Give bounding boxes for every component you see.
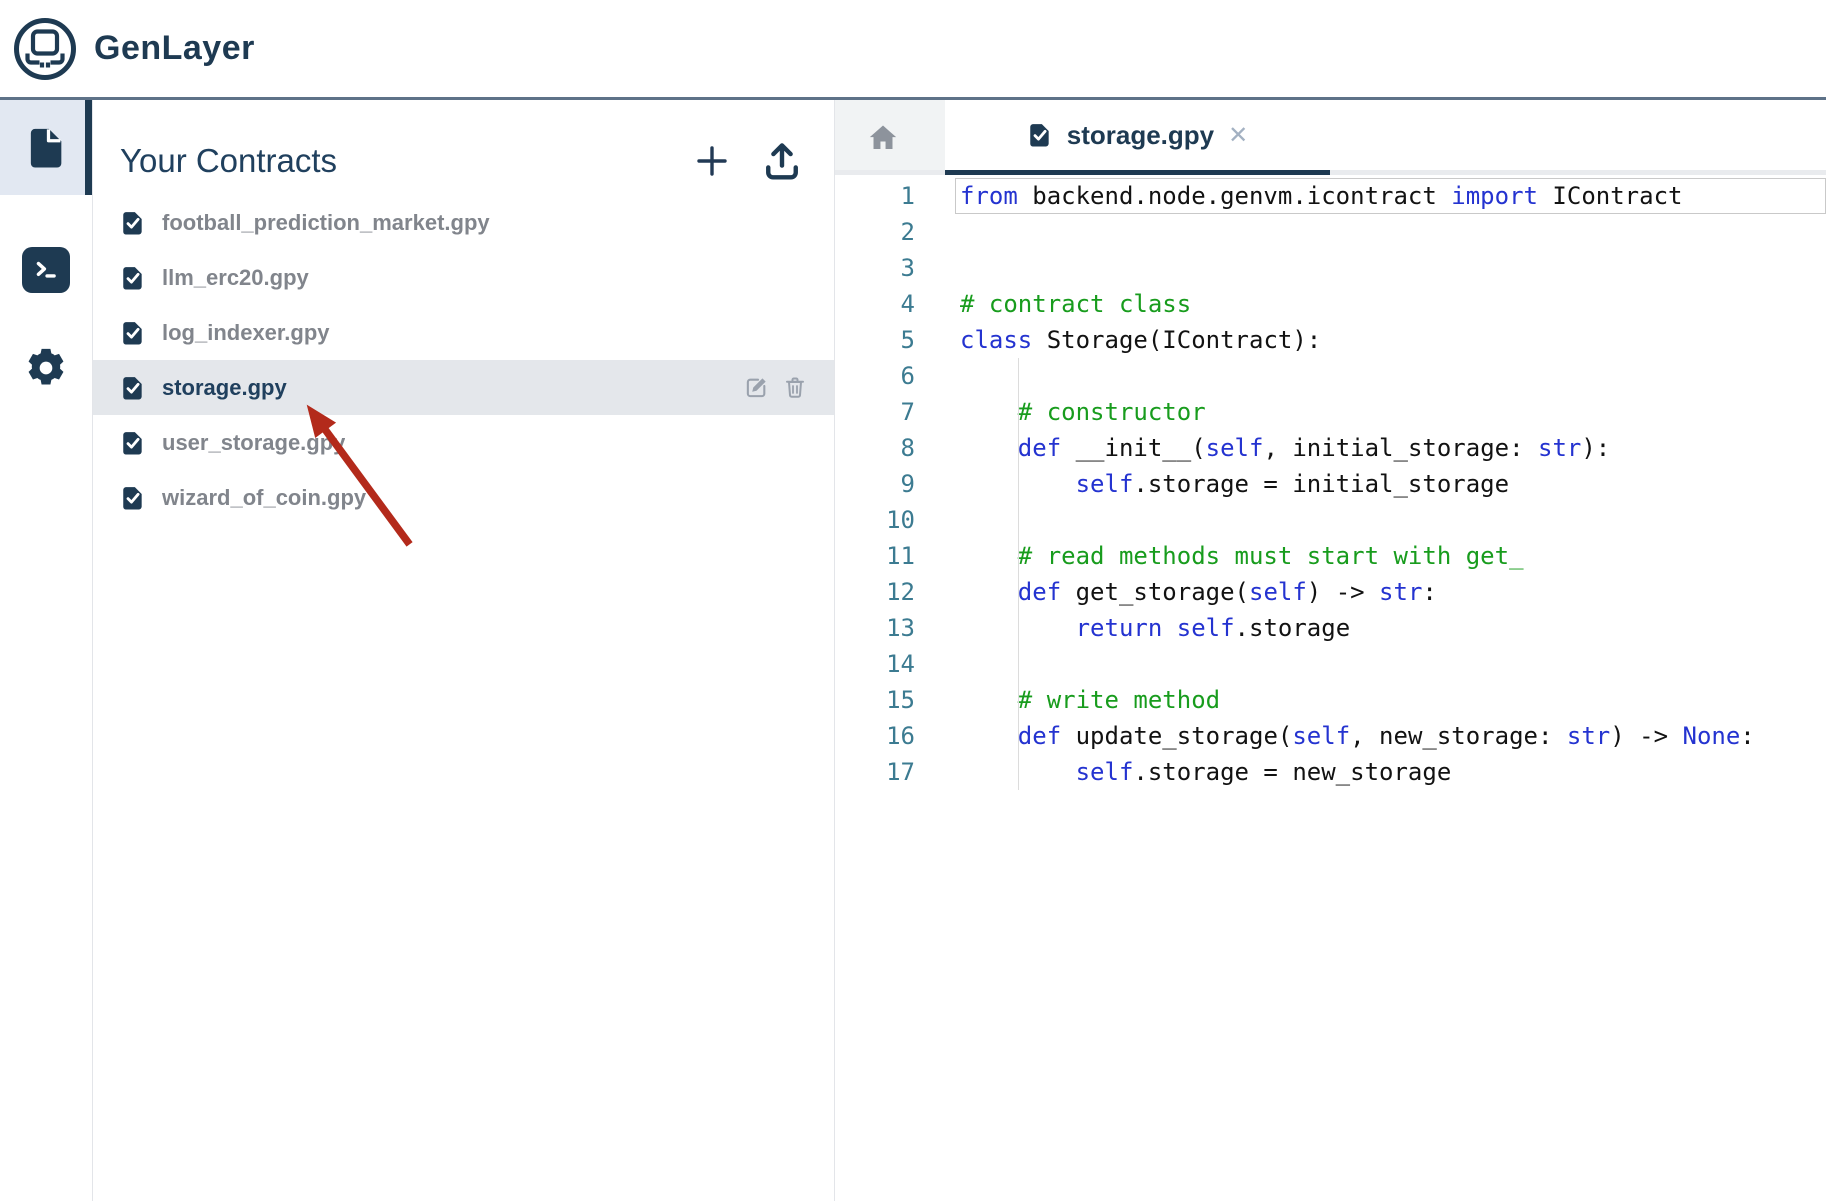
line-number: 1 <box>835 178 915 214</box>
editor-tabbar: storage.gpy ✕ <box>835 100 1826 175</box>
tab-label: storage.gpy <box>1067 120 1214 151</box>
code-line: 4# contract class <box>835 286 1826 322</box>
gear-icon <box>23 345 69 391</box>
line-number: 2 <box>835 214 915 250</box>
code-line: 2 <box>835 214 1826 250</box>
file-icon <box>23 125 69 171</box>
rail-item-settings[interactable] <box>0 345 92 391</box>
contract-file-label: storage.gpy <box>162 375 287 401</box>
indent-guide <box>1018 574 1019 610</box>
contract-file-label: football_prediction_market.gpy <box>162 210 490 236</box>
tabbar-gap <box>931 100 945 175</box>
line-number: 10 <box>835 502 915 538</box>
code-line: 6 <box>835 358 1826 394</box>
line-number: 16 <box>835 718 915 754</box>
upload-contract-button[interactable] <box>760 139 804 183</box>
indent-guide <box>1018 682 1019 718</box>
line-number: 13 <box>835 610 915 646</box>
file-check-icon <box>120 485 146 511</box>
app-header: GenLayer <box>0 0 1826 100</box>
genlayer-logo-icon <box>12 16 78 82</box>
list-item[interactable]: football_prediction_market.gpy <box>93 195 834 250</box>
editor-pane: storage.gpy ✕ 1from backend.node.genvm.i… <box>835 100 1826 1201</box>
indent-guide <box>1018 646 1019 682</box>
code-editor[interactable]: 1from backend.node.genvm.icontract impor… <box>835 175 1826 1201</box>
rail-item-contracts[interactable] <box>0 100 92 195</box>
line-number: 7 <box>835 394 915 430</box>
tab-storage-gpy[interactable]: storage.gpy ✕ <box>945 100 1330 175</box>
list-item[interactable]: wizard_of_coin.gpy <box>93 470 834 525</box>
file-check-icon <box>120 210 146 236</box>
indent-guide <box>1018 430 1019 466</box>
code-line: 7 # constructor <box>835 394 1826 430</box>
line-number: 11 <box>835 538 915 574</box>
contract-file-label: user_storage.gpy <box>162 430 345 456</box>
code-line: 13 return self.storage <box>835 610 1826 646</box>
line-number: 15 <box>835 682 915 718</box>
file-check-icon <box>120 320 146 346</box>
upload-icon <box>760 139 804 183</box>
list-item[interactable]: user_storage.gpy <box>93 415 834 470</box>
code-line: 1from backend.node.genvm.icontract impor… <box>835 178 1826 214</box>
home-tab-button[interactable] <box>835 100 931 175</box>
indent-guide <box>1018 538 1019 574</box>
code-line: 8 def __init__(self, initial_storage: st… <box>835 430 1826 466</box>
contracts-panel: Your Contracts football_prediction_marke… <box>93 100 835 1201</box>
file-check-icon <box>120 430 146 456</box>
code-line: 15 # write method <box>835 682 1826 718</box>
line-number: 6 <box>835 358 915 394</box>
code-line: 12 def get_storage(self) -> str: <box>835 574 1826 610</box>
code-line: 5class Storage(IContract): <box>835 322 1826 358</box>
line-number: 14 <box>835 646 915 682</box>
code-line: 17 self.storage = new_storage <box>835 754 1826 790</box>
file-check-icon <box>1027 122 1053 148</box>
contract-file-label: llm_erc20.gpy <box>162 265 309 291</box>
code-line: 10 <box>835 502 1826 538</box>
line-number: 12 <box>835 574 915 610</box>
line-number: 8 <box>835 430 915 466</box>
file-check-icon <box>120 265 146 291</box>
add-contract-button[interactable] <box>692 141 732 181</box>
trash-icon[interactable] <box>783 375 807 400</box>
list-item[interactable]: storage.gpy <box>93 360 834 415</box>
terminal-icon <box>22 247 70 293</box>
code-line: 3 <box>835 250 1826 286</box>
home-icon <box>865 121 901 155</box>
brand-title: GenLayer <box>94 29 255 68</box>
plus-icon <box>692 141 732 181</box>
contract-file-label: log_indexer.gpy <box>162 320 330 346</box>
row-actions <box>744 375 807 400</box>
contract-list: football_prediction_market.gpy llm_erc20… <box>93 195 834 525</box>
line-number: 4 <box>835 286 915 322</box>
edit-icon[interactable] <box>744 375 769 400</box>
indent-guide <box>1018 718 1019 754</box>
code-line: 9 self.storage = initial_storage <box>835 466 1826 502</box>
line-number: 5 <box>835 322 915 358</box>
rail-item-terminal[interactable] <box>0 247 92 293</box>
indent-guide <box>1018 466 1019 502</box>
indent-guide <box>1018 502 1019 538</box>
list-item[interactable]: llm_erc20.gpy <box>93 250 834 305</box>
file-check-icon <box>120 375 146 401</box>
indent-guide <box>1018 358 1019 394</box>
list-item[interactable]: log_indexer.gpy <box>93 305 834 360</box>
indent-guide <box>1018 754 1019 790</box>
indent-guide <box>1018 610 1019 646</box>
line-number: 3 <box>835 250 915 286</box>
icon-rail <box>0 100 93 1201</box>
code-line: 11 # read methods must start with get_ <box>835 538 1826 574</box>
code-line: 14 <box>835 646 1826 682</box>
line-number: 9 <box>835 466 915 502</box>
contract-file-label: wizard_of_coin.gpy <box>162 485 366 511</box>
close-tab-icon[interactable]: ✕ <box>1228 123 1248 147</box>
code-lines: 1from backend.node.genvm.icontract impor… <box>835 178 1826 790</box>
line-number: 17 <box>835 754 915 790</box>
code-line: 16 def update_storage(self, new_storage:… <box>835 718 1826 754</box>
indent-guide <box>1018 394 1019 430</box>
contracts-panel-title: Your Contracts <box>120 142 337 180</box>
